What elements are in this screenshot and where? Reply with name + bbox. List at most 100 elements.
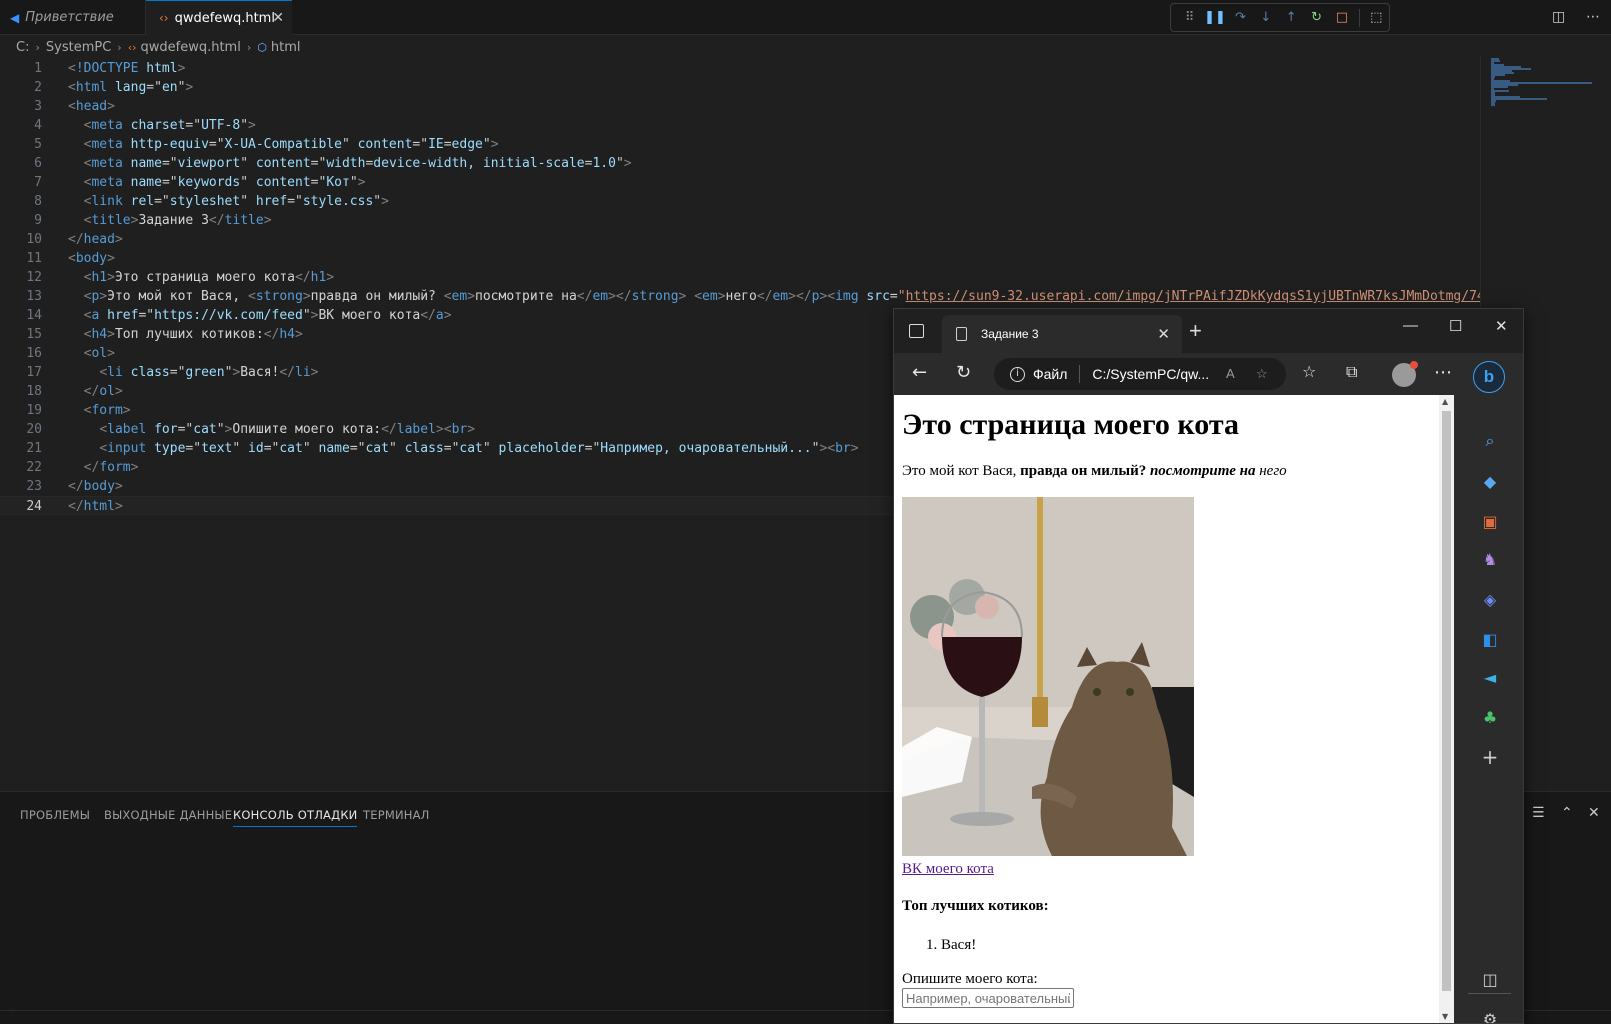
code-line[interactable]: 7 <meta name="keywords" content="Кот"> [0,173,1480,192]
tab-qwdefewq-html[interactable]: ‹› qwdefewq.html ✕ [146,0,292,35]
tab-actions-icon[interactable] [909,324,924,338]
chevron-up-icon[interactable]: ⌃ [1561,805,1573,821]
code-line[interactable]: 3 <head> [0,97,1480,116]
close-window-icon[interactable]: ✕ [1495,317,1508,335]
pause-icon[interactable]: ❚❚ [1202,7,1227,29]
collections-icon[interactable]: ⧉ [1346,362,1357,382]
tab-label: Приветствие [25,10,114,25]
address-scheme-label: Файл [1033,366,1068,382]
address-bar[interactable]: i Файл C:/SystemPC/qw... A ☆ [994,358,1286,390]
info-icon[interactable]: i [1010,366,1025,382]
drop-icon[interactable]: ◄ [1480,667,1500,687]
restart-icon[interactable]: ↻ [1304,7,1329,29]
new-tab-icon[interactable]: + [1189,318,1202,344]
shopping-tag-icon[interactable]: ◆ [1480,471,1500,491]
cat-description-input[interactable] [902,988,1074,1008]
vscode-logo-icon: ◀ [10,10,20,25]
editor-tab-bar: ◀ Приветствие ‹› qwdefewq.html ✕ ⠿ ❚❚ ↷ … [0,0,1611,35]
code-line[interactable]: 2 <html lang="en"> [0,78,1480,97]
code-line[interactable]: 11 <body> [0,249,1480,268]
breadcrumb-folder[interactable]: SystemPC [46,40,111,55]
code-line[interactable]: 1 <!DOCTYPE html> [0,59,1480,78]
maximize-icon[interactable]: ☐ [1449,317,1462,335]
cat-photo [902,497,1194,856]
stop-icon[interactable]: □ [1329,7,1354,29]
line-number: 19 [26,403,42,418]
games-icon[interactable]: ♞ [1480,549,1500,569]
code-text: <body> [68,251,115,266]
page-icon [956,327,967,341]
para-plain: Это мой кот Вася, [902,463,1021,479]
code-line[interactable]: 10 </head> [0,230,1480,249]
step-over-icon[interactable]: ↷ [1228,7,1253,29]
settings-icon[interactable]: ⚙ [1480,1009,1500,1024]
vk-link[interactable]: ВК моего кота [902,861,994,878]
browser-tab-title: Задание 3 [981,327,1039,341]
code-text: <title>Задание 3</title> [83,213,272,228]
tab-terminal[interactable]: ТЕРМИНАЛ [363,808,430,822]
add-favorite-icon[interactable]: ☆ [1256,366,1268,382]
code-text: <link rel="styleshet" href="style.css"> [83,194,389,209]
code-line[interactable]: 8 <link rel="styleshet" href="style.css"… [0,192,1480,211]
breadcrumb-file[interactable]: qwdefewq.html [141,40,241,55]
search-icon[interactable]: ⌕ [1480,431,1500,451]
bing-copilot-icon[interactable]: b [1473,361,1505,393]
minimize-icon[interactable]: — [1403,317,1418,334]
microsoft365-icon[interactable]: ◈ [1480,589,1500,609]
split-editor-icon[interactable]: ◫ [1552,9,1565,25]
address-url: C:/SystemPC/qw... [1092,366,1210,382]
code-line[interactable]: 4 <meta charset="UTF-8"> [0,116,1480,135]
step-into-icon[interactable]: ↓ [1253,7,1278,29]
close-tab-icon[interactable]: ✕ [1157,325,1170,343]
breadcrumb-drive[interactable]: C: [16,40,29,55]
line-number: 16 [26,346,42,361]
tree-icon[interactable]: ♣ [1480,707,1500,727]
scroll-up-icon[interactable]: ▲ [1442,397,1448,406]
step-out-icon[interactable]: ↑ [1279,7,1304,29]
chevron-right-icon: › [246,40,252,54]
profile-avatar[interactable] [1392,361,1418,387]
scrollbar-thumb[interactable] [1442,411,1451,991]
add-icon[interactable]: + [1480,745,1500,769]
list-number: 1. [926,937,938,953]
filter-list-icon[interactable]: ☰ [1532,805,1545,821]
back-icon[interactable]: ← [912,362,927,383]
favorites-icon[interactable]: ☆ [1302,362,1316,381]
form-label: Опишите моего кота: [902,971,1038,987]
code-text: <form> [83,403,131,418]
tools-icon[interactable]: ▣ [1480,511,1500,531]
refresh-icon[interactable]: ↻ [956,362,971,383]
breadcrumb-symbol[interactable]: html [271,40,301,55]
close-icon[interactable]: ✕ [272,10,284,26]
page-scrollbar[interactable]: ▲ ▼ [1439,395,1454,1023]
para-strong: правда он милый? посмотрите на [1020,463,1255,479]
tab-welcome[interactable]: ◀ Приветствие [0,0,146,35]
more-actions-icon[interactable]: ⋯ [1586,9,1600,25]
line-number: 6 [34,156,42,171]
code-line[interactable]: 5 <meta http-equiv="X-UA-Compatible" con… [0,135,1480,154]
read-aloud-icon[interactable]: A [1226,366,1235,381]
para-strong-text: правда он милый? [1020,463,1150,479]
scroll-down-icon[interactable]: ▼ [1442,1012,1448,1021]
tab-output[interactable]: ВЫХОДНЫЕ ДАННЫЕ [104,808,232,822]
tab-debug-console[interactable]: КОНСОЛЬ ОТЛАДКИ [233,808,358,827]
inspect-icon[interactable]: ⬚ [1364,7,1389,29]
code-text: <html lang="en"> [68,80,194,95]
hide-sidebar-icon[interactable]: ◫ [1480,969,1500,989]
debug-toolbar: ⠿ ❚❚ ↷ ↓ ↑ ↻ □ ⬚ [1170,3,1390,32]
code-line[interactable]: 9 <title>Задание 3</title> [0,211,1480,230]
code-text: </ol> [83,384,123,399]
code-line[interactable]: 6 <meta name="viewport" content="width=d… [0,154,1480,173]
outlook-icon[interactable]: ◧ [1480,629,1500,649]
close-panel-icon[interactable]: ✕ [1588,805,1600,821]
para-em: него [1259,463,1287,479]
drag-handle-icon[interactable]: ⠿ [1177,7,1202,29]
code-line[interactable]: 13 <p>Это мой кот Вася, <strong>правда о… [0,287,1508,306]
browser-tab[interactable]: Задание 3 ✕ [942,315,1182,353]
line-number: 13 [26,289,42,304]
tab-problems[interactable]: ПРОБЛЕМЫ [20,808,90,822]
line-number: 23 [26,479,42,494]
code-line[interactable]: 12 <h1>Это страница моего кота</h1> [0,268,1480,287]
line-number: 1 [34,61,42,76]
more-options-icon[interactable]: ⋯ [1434,362,1452,383]
